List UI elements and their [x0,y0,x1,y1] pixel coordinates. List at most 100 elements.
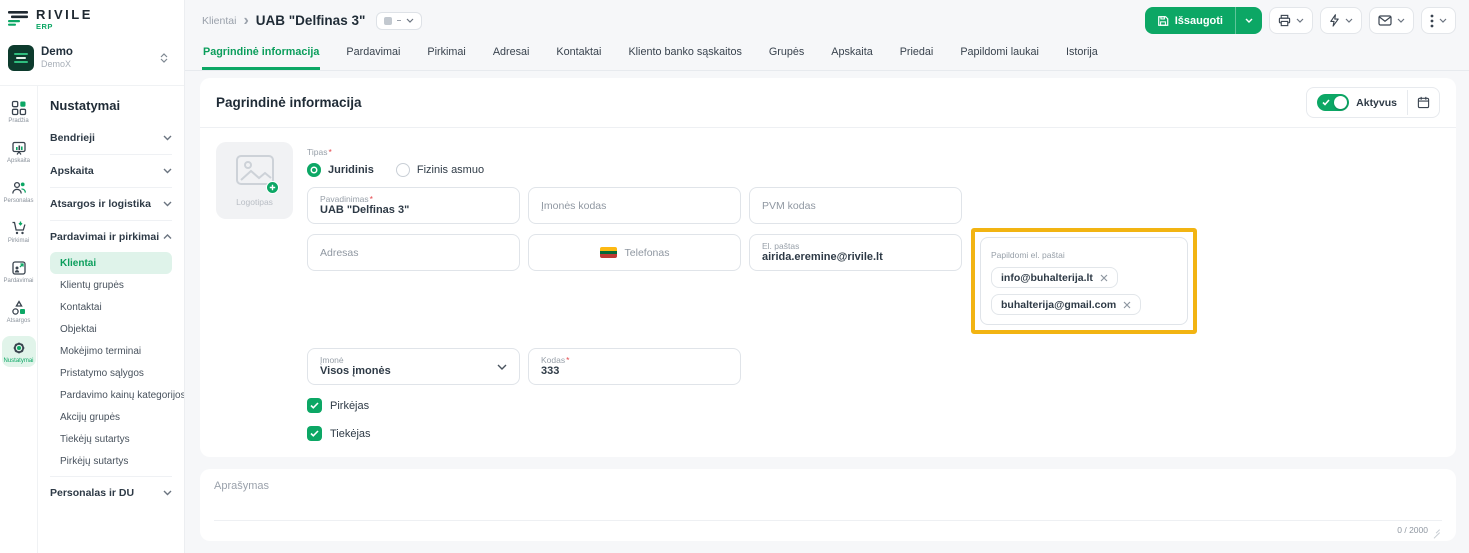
main-area: Klientai › UAB "Delfinas 3" Išsaugoti Pa… [185,0,1469,553]
email-field[interactable]: El. paštas airida.eremine@rivile.lt [749,234,962,271]
print-button[interactable] [1269,7,1313,34]
email-chip[interactable]: info@buhalterija.lt [991,267,1118,288]
rail-item-nustatymai[interactable]: Nustatymai [1,336,36,367]
radio-fizinis-asmuo[interactable]: Fizinis asmuo [395,163,484,177]
nav-item-pirkeju-sutartys[interactable]: Pirkėjų sutartys [50,450,172,472]
description-card: Aprašymas 0 / 2000 [200,469,1456,541]
nav-item-mokejimo-terminai[interactable]: Mokėjimo terminai [50,340,172,362]
radio-selected-icon [307,163,321,177]
rivile-logo-icon [8,8,30,33]
tab-kliento-banko-saskaitos[interactable]: Kliento banko sąskaitos [627,39,742,70]
chevron-down-icon [406,18,414,23]
company-code-field[interactable]: Įmonės kodas [528,187,741,224]
checkbox-checked-icon [307,426,322,441]
chevron-up-icon [163,234,172,239]
lithuania-flag-icon [599,247,617,258]
nav-section-apskaita[interactable]: Apskaita [50,158,172,184]
tab-papildomi-laukai[interactable]: Papildomi laukai [959,39,1040,70]
lightning-icon [1330,14,1339,27]
add-logo-icon[interactable] [265,181,279,194]
phone-field[interactable]: Telefonas [528,234,741,271]
record-tabs: Pagrindinė informacija Pardavimai Pirkim… [185,36,1469,71]
header-actions: Išsaugoti [1144,7,1456,34]
tab-apskaita[interactable]: Apskaita [830,39,873,70]
save-button[interactable]: Išsaugoti [1144,7,1262,34]
additional-emails-field[interactable]: Papildomi el. paštai info@buhalterija.lt… [980,237,1188,325]
tab-pardavimai[interactable]: Pardavimai [345,39,401,70]
more-options-button[interactable] [1421,7,1456,34]
organization-name: Demo [41,46,73,59]
name-field[interactable]: Pavadinimas* UAB "Delfinas 3" [307,187,520,224]
logo-upload[interactable]: Logotipas [216,142,293,219]
chevron-down-icon [163,168,172,174]
code-field[interactable]: Kodas* 333 [528,348,741,385]
organization-selector[interactable]: Demo DemoX [8,43,174,79]
tab-grupes[interactable]: Grupės [768,39,805,70]
nav-item-akciju-grupes[interactable]: Akcijų grupės [50,406,172,428]
rail-item-atsargos[interactable]: Atsargos [2,296,36,327]
logo-label: Logotipas [236,197,273,207]
nav-section-personalas-du[interactable]: Personalas ir DU [50,480,172,506]
nav-section-pardavimai-pirkimai[interactable]: Pardavimai ir pirkimai [50,224,172,250]
main-info-card: Pagrindinė informacija Aktyvus Logotipas… [200,78,1456,457]
rail-item-pradzia[interactable]: Pradžia [2,96,36,127]
automation-button[interactable] [1320,7,1362,34]
brand-name: RIVILE [36,7,93,22]
toggle-on-icon[interactable] [1317,94,1350,111]
remove-chip-icon[interactable] [1100,274,1108,282]
nav-item-pardavimo-kainu-kategorijos[interactable]: Pardavimo kainų kategorijos [50,384,184,406]
page-title: UAB "Delfinas 3" [255,13,366,28]
module-rail: Pradžia Apskaita Personalas Pirkimai Par… [0,86,38,553]
rail-item-personalas[interactable]: Personalas [2,176,36,207]
rail-item-pirkimai[interactable]: Pirkimai [2,216,36,247]
nav-item-kontaktai[interactable]: Kontaktai [50,296,172,318]
image-placeholder-icon [235,154,279,194]
cart-icon [12,221,26,235]
printer-icon [1278,14,1291,27]
gear-icon [13,342,24,354]
nav-item-klientu-grupes[interactable]: Klientų grupės [50,274,172,296]
tab-adresai[interactable]: Adresai [492,39,531,70]
supplier-checkbox[interactable]: Tiekėjas [307,426,1440,441]
breadcrumb: Klientai › UAB "Delfinas 3" [202,11,423,30]
remove-chip-icon[interactable] [1123,301,1131,309]
breadcrumb-parent[interactable]: Klientai [202,15,236,27]
activity-calendar-button[interactable] [1407,90,1439,115]
organization-avatar [8,45,34,71]
nav-section-bendrieji[interactable]: Bendrieji [50,125,172,151]
chevron-down-icon [1397,18,1405,23]
nav-item-klientai[interactable]: Klientai [50,252,172,274]
nav-item-pristatymo-salygos[interactable]: Pristatymo sąlygos [50,362,172,384]
active-toggle[interactable]: Aktyvus [1307,88,1407,117]
nav-item-objektai[interactable]: Objektai [50,318,172,340]
chevron-down-icon [1439,18,1447,23]
save-dropdown-button[interactable] [1235,7,1262,34]
status-controls: Aktyvus [1306,87,1440,118]
chevron-down-icon [1296,18,1304,23]
company-select[interactable]: Įmonė Visos įmonės [307,348,520,385]
divider [50,220,172,221]
nav-section-atsargos-logistika[interactable]: Atsargos ir logistika [50,191,172,217]
rail-item-apskaita[interactable]: Apskaita [2,136,36,167]
app-logo[interactable]: RIVILE ERP [8,8,174,33]
nav-item-tiekeju-sutartys[interactable]: Tiekėjų sutartys [50,428,172,450]
checkbox-checked-icon [307,398,322,413]
email-button[interactable] [1369,7,1414,34]
tab-kontaktai[interactable]: Kontaktai [555,39,602,70]
rail-item-pardavimai[interactable]: Pardavimai [2,256,36,287]
tab-pirkimai[interactable]: Pirkimai [426,39,466,70]
email-chip[interactable]: buhalterija@gmail.com [991,294,1142,315]
buyer-checkbox[interactable]: Pirkėjas [307,398,1440,413]
record-view-dropdown[interactable] [376,11,423,30]
address-field[interactable]: Adresas [307,234,520,271]
vat-code-field[interactable]: PVM kodas [749,187,962,224]
chevron-down-icon [163,201,172,207]
chevron-down-icon [163,135,172,141]
resize-handle-icon[interactable] [1432,526,1440,534]
tab-pagrindine-informacija[interactable]: Pagrindinė informacija [202,39,321,70]
description-textarea[interactable]: Aprašymas [214,480,1442,492]
tab-istorija[interactable]: Istorija [1065,39,1099,70]
organization-subtitle: DemoX [41,59,72,70]
radio-juridinis[interactable]: Juridinis [307,163,374,177]
tab-priedai[interactable]: Priedai [899,39,935,70]
